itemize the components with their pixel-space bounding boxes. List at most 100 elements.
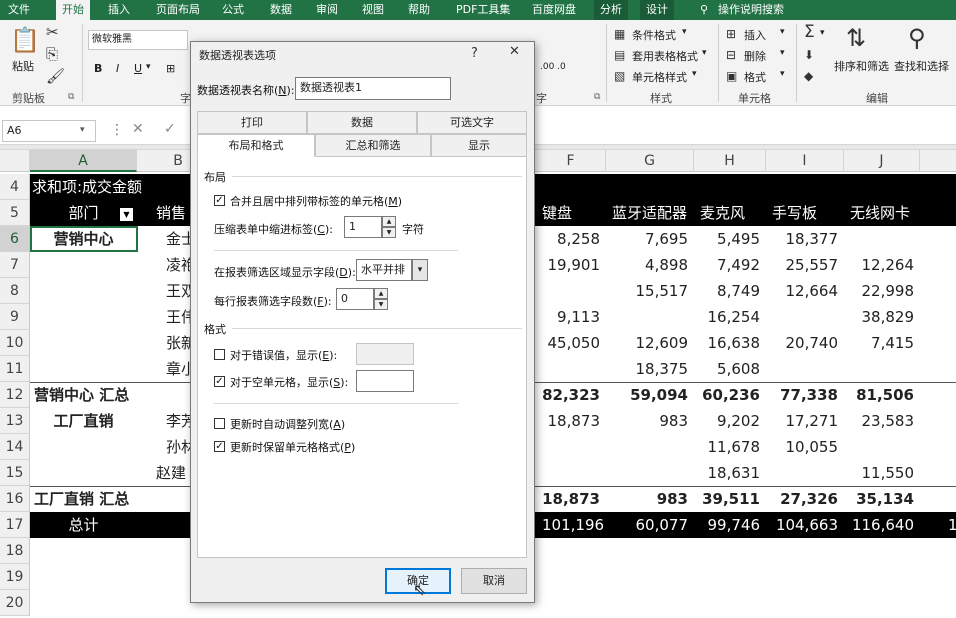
value-cell[interactable]: 9,202 [694, 408, 766, 434]
empty-cell-input[interactable] [356, 370, 414, 392]
value-cell[interactable]: 16,254 [694, 304, 766, 330]
value-cell[interactable]: 8,258 [536, 226, 606, 252]
chevron-down-icon[interactable]: ▾ [412, 259, 428, 281]
value-cell[interactable] [766, 304, 844, 330]
value-cell[interactable] [606, 564, 694, 590]
border-icon[interactable]: ⊞ [166, 62, 175, 75]
value-cell[interactable] [536, 590, 606, 616]
sort-filter-button[interactable]: 排序和筛选 [834, 58, 889, 74]
value-cell[interactable] [606, 434, 694, 460]
value-cell[interactable] [766, 356, 844, 382]
value-cell[interactable]: 12,664 [766, 278, 844, 304]
chevron-down-icon[interactable]: ▾ [682, 27, 687, 37]
value-cell[interactable] [766, 590, 844, 616]
value-cell[interactable] [536, 434, 606, 460]
chevron-down-icon[interactable]: ▾ [820, 28, 825, 38]
confirm-entry-icon[interactable]: ✓ [164, 121, 176, 137]
value-cell[interactable]: 12,609 [606, 330, 694, 356]
tab-design[interactable]: 设计 [640, 0, 674, 20]
value-cell[interactable]: 22,998 [844, 278, 920, 304]
value-cell[interactable]: 7,695 [606, 226, 694, 252]
tell-me-search[interactable]: 操作说明搜索 [718, 0, 784, 20]
value-cell[interactable]: 20,740 [766, 330, 844, 356]
cell-styles-button[interactable]: 单元格样式 [632, 69, 687, 85]
conditional-format-icon[interactable]: ▦ [614, 26, 625, 42]
dept-cell[interactable] [30, 564, 137, 590]
dept-cell[interactable] [30, 278, 137, 304]
value-cell[interactable]: 983 [606, 408, 694, 434]
filter-dropdown-icon[interactable]: ▼ [120, 208, 133, 221]
column-header-g[interactable]: G [606, 150, 694, 172]
dept-cell[interactable]: 营销中心 [30, 226, 137, 252]
value-cell[interactable] [844, 434, 920, 460]
cell-style-icon[interactable]: ▧ [614, 68, 625, 84]
tab-insert[interactable]: 插入 [108, 0, 130, 20]
dialog-launcher-icon[interactable]: ⧉ [594, 92, 600, 102]
value-cell[interactable]: 38,829 [844, 304, 920, 330]
empty-cell-checkbox[interactable]: ✓ [214, 376, 225, 387]
find-select-button[interactable]: 查找和选择 [894, 58, 949, 74]
delete-cells-icon[interactable]: ⊟ [726, 47, 736, 63]
row-header[interactable]: 13 [0, 408, 30, 434]
tab-formulas[interactable]: 公式 [222, 0, 244, 20]
value-cell[interactable]: 18,873 [536, 486, 606, 512]
value-cell[interactable] [766, 538, 844, 564]
value-cell[interactable]: 7,492 [694, 252, 766, 278]
bold-button[interactable]: B [94, 62, 102, 75]
value-cell[interactable] [536, 356, 606, 382]
value-cell[interactable]: 12,264 [844, 252, 920, 278]
value-cell[interactable] [536, 564, 606, 590]
dept-cell[interactable] [30, 434, 137, 460]
value-cell[interactable]: 11,678 [694, 434, 766, 460]
value-cell[interactable]: 45,050 [536, 330, 606, 356]
format-painter-icon[interactable]: 🖌 [46, 68, 65, 84]
value-cell[interactable]: 17,271 [766, 408, 844, 434]
dept-cell[interactable] [30, 330, 137, 356]
row-header[interactable]: 19 [0, 564, 30, 590]
cut-icon[interactable]: ✂ [46, 24, 59, 40]
value-cell[interactable]: 60,077 [606, 512, 694, 538]
cancel-button[interactable]: 取消 [461, 568, 527, 594]
row-header[interactable]: 12 [0, 382, 30, 408]
value-cell[interactable]: 18,375 [606, 356, 694, 382]
value-cell[interactable] [536, 278, 606, 304]
cancel-entry-icon[interactable]: ✕ [132, 121, 144, 137]
tab-alt-text[interactable]: 可选文字 [417, 111, 527, 134]
insert-cells-icon[interactable]: ⊞ [726, 26, 736, 42]
row-header[interactable]: 6 [0, 226, 30, 252]
format-as-table-button[interactable]: 套用表格格式 [632, 48, 698, 64]
chevron-down-icon[interactable]: ▾ [80, 125, 85, 135]
row-header[interactable]: 8 [0, 278, 30, 304]
value-cell[interactable]: 18,873 [536, 408, 606, 434]
dept-cell[interactable] [30, 356, 137, 382]
value-cell[interactable] [844, 538, 920, 564]
chevron-down-icon[interactable]: ▾ [780, 69, 785, 79]
row-header[interactable]: 5 [0, 200, 30, 226]
dept-cell[interactable] [30, 252, 137, 278]
dept-cell[interactable] [30, 304, 137, 330]
select-all-corner[interactable] [0, 150, 30, 172]
value-cell[interactable] [844, 590, 920, 616]
chevron-down-icon[interactable]: ▾ [702, 48, 707, 58]
tab-pdf-tools[interactable]: PDF工具集 [456, 0, 510, 20]
row-header[interactable]: 17 [0, 512, 30, 538]
row-header[interactable]: 20 [0, 590, 30, 616]
dept-cell[interactable] [30, 538, 137, 564]
column-header-f[interactable]: F [536, 150, 606, 172]
value-cell[interactable]: 59,094 [606, 382, 694, 408]
value-cell[interactable]: 82,323 [536, 382, 606, 408]
dept-cell[interactable]: 工厂直销 汇总 [30, 486, 137, 512]
row-header[interactable]: 10 [0, 330, 30, 356]
value-cell[interactable]: 23,583 [844, 408, 920, 434]
value-cell[interactable]: 16,638 [694, 330, 766, 356]
tab-home[interactable]: 开始 [56, 0, 90, 20]
value-cell[interactable] [606, 460, 694, 486]
row-header[interactable]: 14 [0, 434, 30, 460]
value-cell[interactable]: 15,517 [606, 278, 694, 304]
spin-down-icon[interactable]: ▼ [382, 227, 396, 238]
value-cell[interactable] [694, 538, 766, 564]
value-cell[interactable]: 9,113 [536, 304, 606, 330]
merge-center-checkbox[interactable]: ✓ [214, 195, 225, 206]
dept-cell[interactable]: 营销中心 汇总 [30, 382, 137, 408]
paste-icon[interactable]: 📋 [10, 28, 40, 52]
